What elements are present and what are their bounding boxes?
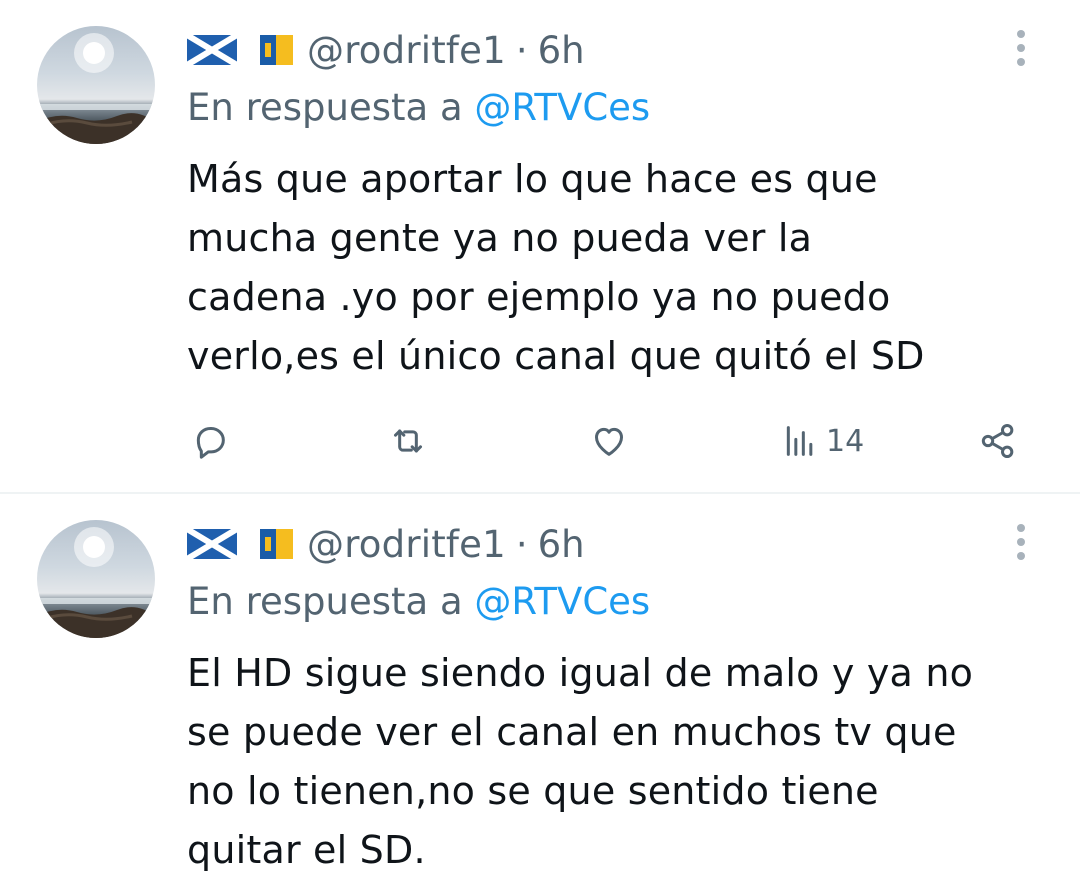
reply-handle-link[interactable]: @RTVCes [474,86,650,129]
scotland-flag-icon [187,35,237,65]
like-icon [595,427,623,456]
reply-context: En respuesta a @RTVCes [187,580,650,623]
more-icon[interactable] [1014,524,1028,564]
reply-icon [196,427,225,459]
more-icon[interactable] [1014,30,1028,70]
retweet-icon [394,429,422,453]
timestamp[interactable]: 6h [538,29,585,72]
views-count: 14 [826,423,865,459]
tweet-actions: 14 [0,410,1080,470]
tweet-text: El HD sigue siendo igual de malo y ya no… [187,651,974,872]
separator: · [515,522,528,566]
username[interactable]: @rodritfe1 [307,29,506,72]
avatar[interactable] [37,520,155,638]
canary-islands-flag-icon [243,529,293,559]
separator: · [515,28,528,72]
reply-handle-link[interactable]: @RTVCes [474,580,650,623]
reply-button[interactable] [190,422,230,460]
tweet[interactable]: @rodritfe1 · 6h En respuesta a @RTVCes M… [0,0,1080,493]
avatar[interactable] [37,26,155,144]
canary-islands-flag-icon [243,35,293,65]
retweet-button[interactable] [388,422,428,460]
tweet[interactable]: @rodritfe1 · 6h En respuesta a @RTVCes E… [0,494,1080,893]
reply-prefix: En respuesta a [187,86,463,129]
share-button[interactable] [978,422,1018,460]
reply-context: En respuesta a @RTVCes [187,86,650,129]
views-button[interactable]: 14 [780,422,864,460]
tweet-text: Más que aportar lo que hace es que mucha… [187,157,925,378]
views-icon [786,426,813,456]
reply-prefix: En respuesta a [187,580,463,623]
like-button[interactable] [589,422,629,460]
scotland-flag-icon [187,529,237,559]
timestamp[interactable]: 6h [538,523,585,566]
username[interactable]: @rodritfe1 [307,523,506,566]
share-icon [981,424,1014,458]
